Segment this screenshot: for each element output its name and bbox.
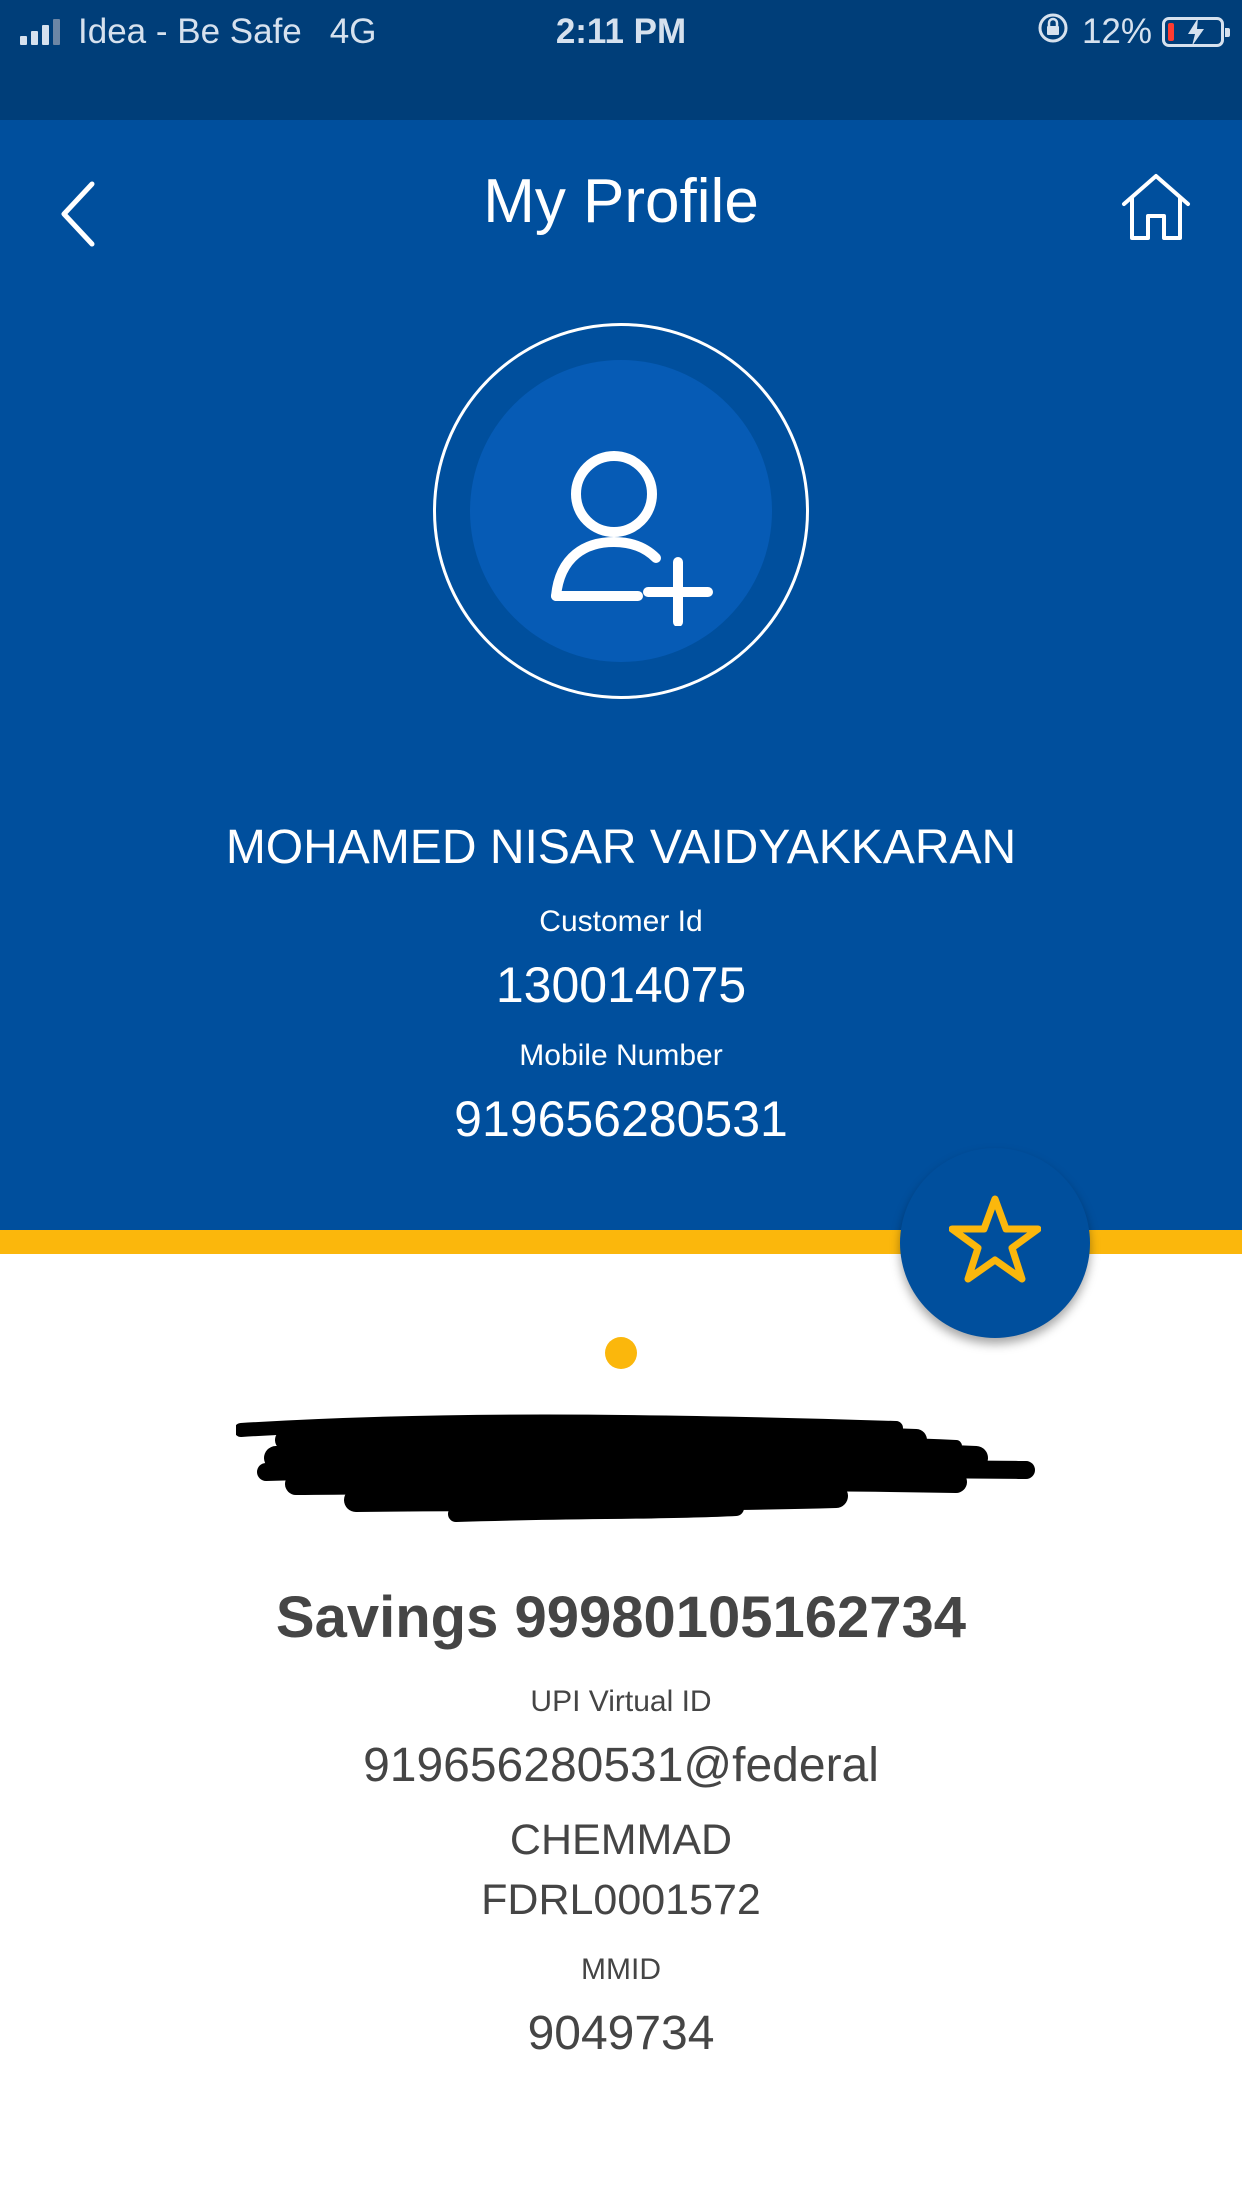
mobile-number-value: 919656280531 [454, 1091, 788, 1147]
page-title: My Profile [483, 167, 759, 236]
account-title: Savings 99980105162734 [275, 1585, 967, 1650]
mmid-value: 9049734 [527, 2007, 715, 2060]
upi-id-value: 919656280531@federal [363, 1739, 879, 1792]
mmid-label: MMID [581, 1953, 661, 1986]
status-right: 12% [1036, 10, 1230, 54]
page-indicator-dot[interactable] [605, 1337, 637, 1369]
battery-percent: 12% [1081, 12, 1152, 51]
rotation-lock-icon [1036, 11, 1070, 54]
mobile-number-label: Mobile Number [519, 1039, 723, 1072]
home-icon [1122, 174, 1190, 240]
home-button[interactable] [1118, 170, 1194, 246]
branch-name: CHEMMAD [509, 1816, 733, 1864]
battery-icon [1162, 17, 1230, 47]
favorite-button[interactable] [900, 1148, 1090, 1338]
redacted-balance [236, 1414, 1035, 1522]
customer-id-value: 130014075 [495, 957, 747, 1013]
status-bar: Idea - Be Safe 4G 2:11 PM 12% [0, 0, 1242, 120]
customer-id-label: Customer Id [539, 905, 703, 938]
avatar-add-photo[interactable] [433, 323, 809, 699]
star-icon [949, 1195, 1041, 1283]
customer-name: MOHAMED NISAR VAIDYAKKARAN [225, 821, 1017, 874]
ifsc-code: FDRL0001572 [481, 1876, 761, 1924]
upi-id-label: UPI Virtual ID [530, 1685, 712, 1718]
battery-level [1168, 23, 1174, 41]
add-user-icon [551, 451, 713, 626]
avatar [470, 360, 772, 662]
profile-header: My Profile MOHAMED NISAR VAIDYAKKARAN Cu… [0, 120, 1242, 1230]
